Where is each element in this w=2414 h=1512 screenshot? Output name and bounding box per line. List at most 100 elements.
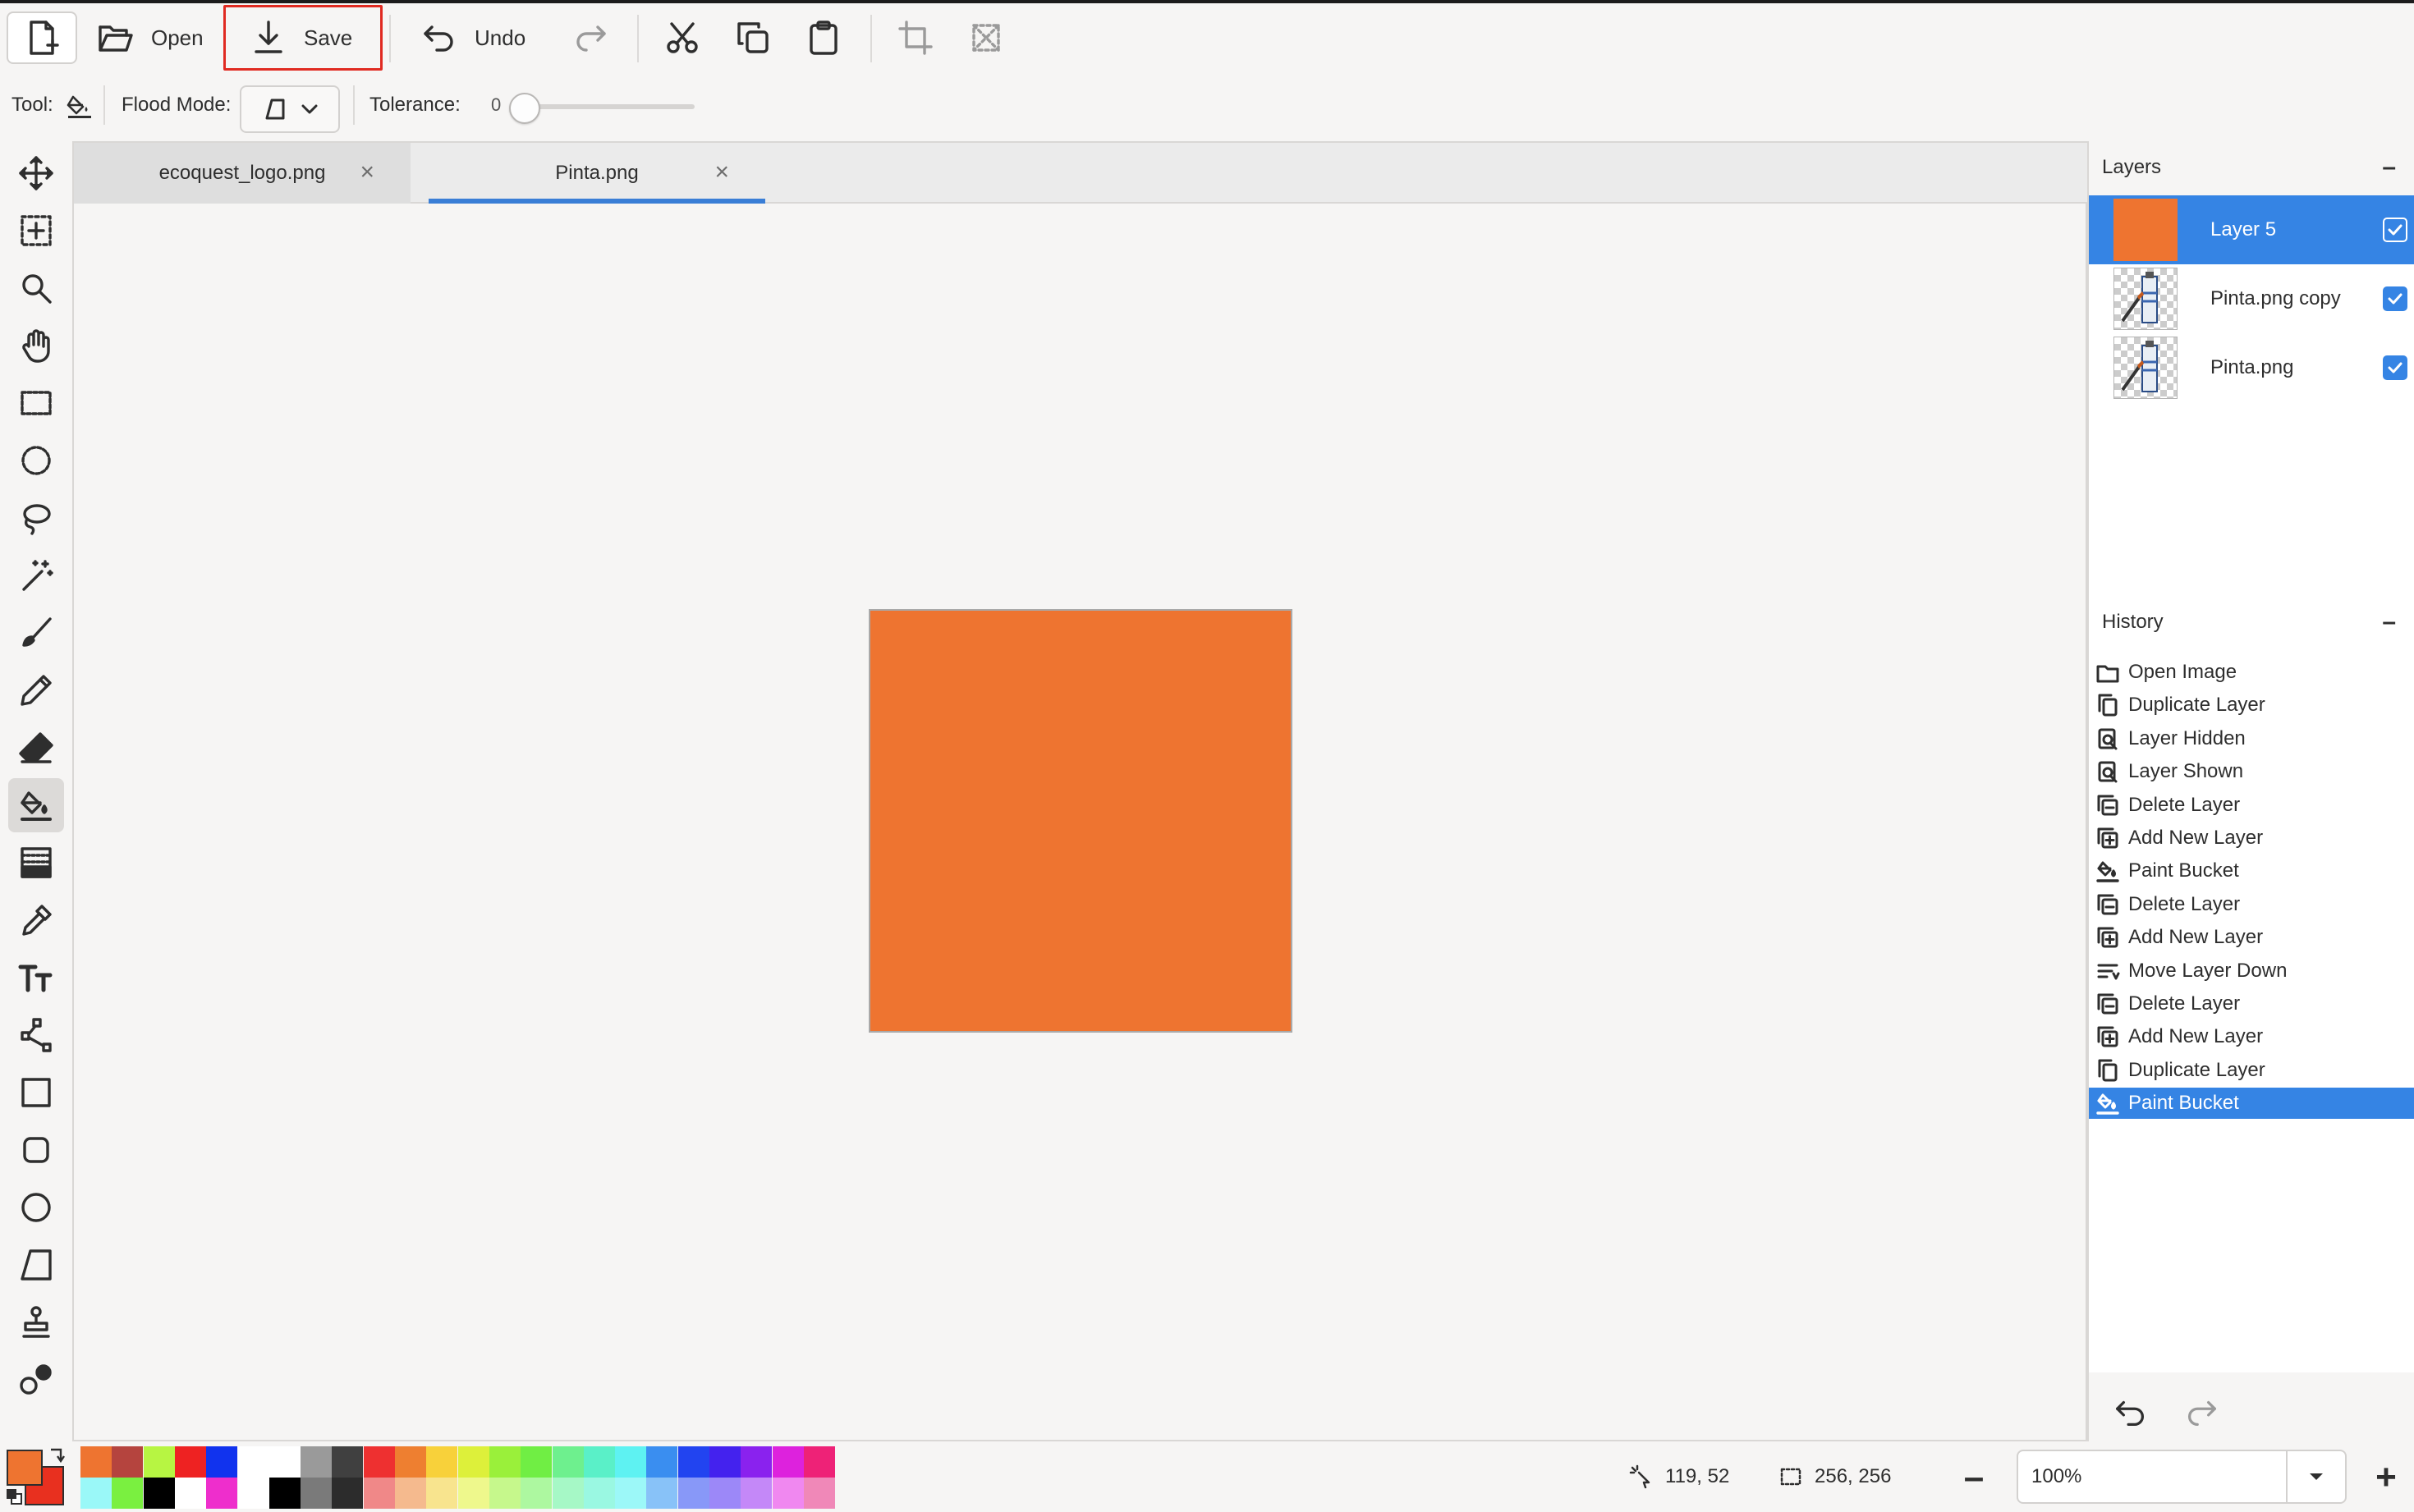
history-item[interactable]: Open Image (2089, 657, 2414, 688)
ellipse-select-tool[interactable] (8, 433, 64, 488)
zoom-combobox[interactable] (2017, 1450, 2347, 1504)
tab-ecoquest-logo[interactable]: ecoquest_logo.png × (74, 143, 411, 204)
paintbrush-tool[interactable] (8, 606, 64, 660)
history-item[interactable]: Paint Bucket (2089, 855, 2414, 887)
eraser-tool[interactable] (8, 721, 64, 775)
history-item[interactable]: Paint Bucket (2089, 1088, 2414, 1120)
history-redo-button[interactable] (2179, 1391, 2224, 1435)
palette-swatch[interactable] (489, 1446, 521, 1478)
palette-swatch[interactable] (489, 1478, 521, 1509)
history-item[interactable]: Delete Layer (2089, 889, 2414, 920)
palette-swatch[interactable] (301, 1446, 333, 1478)
rectangle-select-tool[interactable] (8, 376, 64, 430)
palette-swatch[interactable] (741, 1478, 773, 1509)
crop-to-selection-button[interactable] (885, 11, 946, 64)
palette-swatch[interactable] (332, 1478, 364, 1509)
layer-row[interactable]: Layer 5 (2089, 195, 2414, 264)
layer-row[interactable]: Pinta.png copy (2089, 264, 2414, 333)
zoom-in-button[interactable]: + (2363, 1455, 2409, 1501)
palette-swatch[interactable] (426, 1446, 458, 1478)
palette-swatch[interactable] (521, 1446, 553, 1478)
move-selection-tool[interactable] (8, 204, 64, 258)
palette-swatch[interactable] (646, 1446, 678, 1478)
history-item[interactable]: Duplicate Layer (2089, 690, 2414, 721)
layer-visibility-checkbox[interactable] (2383, 218, 2407, 242)
zoom-dropdown-button[interactable] (2286, 1451, 2345, 1502)
color-picker-tool[interactable] (8, 893, 64, 947)
palette-swatch[interactable] (206, 1446, 238, 1478)
history-item[interactable]: Layer Shown (2089, 756, 2414, 787)
cut-button[interactable] (652, 11, 713, 64)
palette-swatch[interactable] (552, 1478, 584, 1509)
palette-swatch[interactable] (112, 1478, 144, 1509)
history-item[interactable]: Delete Layer (2089, 988, 2414, 1019)
rounded-rectangle-tool[interactable] (8, 1123, 64, 1177)
close-icon[interactable]: × (360, 160, 374, 185)
palette-swatch[interactable] (521, 1478, 553, 1509)
collapse-layers-button[interactable]: – (2382, 153, 2396, 181)
palette-swatch[interactable] (237, 1478, 269, 1509)
palette-swatch[interactable] (457, 1446, 489, 1478)
palette-swatch[interactable] (395, 1446, 426, 1478)
palette-swatch[interactable] (143, 1446, 175, 1478)
layer-visibility-checkbox[interactable] (2383, 286, 2407, 311)
undo-button[interactable]: Undo (409, 11, 535, 64)
palette-swatch[interactable] (677, 1446, 709, 1478)
collapse-history-button[interactable]: – (2382, 608, 2396, 636)
palette-swatch[interactable] (709, 1446, 741, 1478)
freeform-shape-tool[interactable] (8, 1238, 64, 1292)
open-button[interactable]: Open (85, 11, 213, 64)
magic-wand-tool[interactable] (8, 548, 64, 603)
zoom-tool[interactable] (8, 261, 64, 315)
line-curve-tool[interactable] (8, 1008, 64, 1062)
history-undo-button[interactable] (2109, 1391, 2153, 1435)
recolor-tool[interactable] (8, 1353, 64, 1407)
pencil-tool[interactable] (8, 663, 64, 717)
palette-swatch[interactable] (301, 1478, 333, 1509)
rectangle-tool[interactable] (8, 1065, 64, 1120)
reset-colors-icon[interactable] (5, 1487, 23, 1505)
palette-swatch[interactable] (646, 1478, 678, 1509)
palette-swatch[interactable] (772, 1478, 804, 1509)
tolerance-slider-track[interactable] (522, 104, 695, 109)
palette-swatch[interactable] (268, 1478, 301, 1509)
history-item[interactable]: Layer Hidden (2089, 723, 2414, 754)
palette-swatch[interactable] (803, 1446, 835, 1478)
palette-swatch[interactable] (583, 1446, 615, 1478)
save-button[interactable]: Save (238, 11, 362, 64)
canvas-area[interactable] (72, 204, 2087, 1441)
text-tool[interactable] (8, 951, 64, 1005)
palette-swatch[interactable] (457, 1478, 489, 1509)
palette-swatch[interactable] (80, 1446, 112, 1478)
history-item[interactable]: Add New Layer (2089, 922, 2414, 953)
palette-swatch[interactable] (615, 1478, 647, 1509)
history-item[interactable]: Add New Layer (2089, 1021, 2414, 1052)
palette-swatch[interactable] (143, 1478, 175, 1509)
ellipse-tool[interactable] (8, 1180, 64, 1235)
palette-swatch[interactable] (741, 1446, 773, 1478)
history-item[interactable]: Duplicate Layer (2089, 1055, 2414, 1086)
zoom-input[interactable] (2018, 1465, 2281, 1488)
palette-swatch[interactable] (206, 1478, 238, 1509)
redo-button[interactable] (560, 11, 621, 64)
palette-swatch[interactable] (395, 1478, 426, 1509)
palette-swatch[interactable] (552, 1446, 584, 1478)
palette-swatch[interactable] (332, 1446, 364, 1478)
deselect-button[interactable] (956, 11, 1017, 64)
copy-button[interactable] (723, 11, 783, 64)
palette-swatch[interactable] (363, 1446, 395, 1478)
clone-stamp-tool[interactable] (8, 1295, 64, 1349)
image-canvas[interactable] (869, 609, 1292, 1033)
primary-color-swatch[interactable] (7, 1450, 43, 1486)
tolerance-slider-knob[interactable] (509, 93, 540, 124)
palette-swatch[interactable] (803, 1478, 835, 1509)
pan-tool[interactable] (8, 318, 64, 373)
history-item[interactable]: Move Layer Down (2089, 955, 2414, 987)
palette-swatch[interactable] (583, 1478, 615, 1509)
new-image-button[interactable] (7, 11, 77, 64)
layer-visibility-checkbox[interactable] (2383, 355, 2407, 380)
zoom-out-button[interactable]: – (1951, 1455, 1997, 1501)
close-icon[interactable]: × (714, 160, 729, 185)
history-item[interactable]: Delete Layer (2089, 790, 2414, 821)
palette-swatch[interactable] (237, 1446, 269, 1478)
